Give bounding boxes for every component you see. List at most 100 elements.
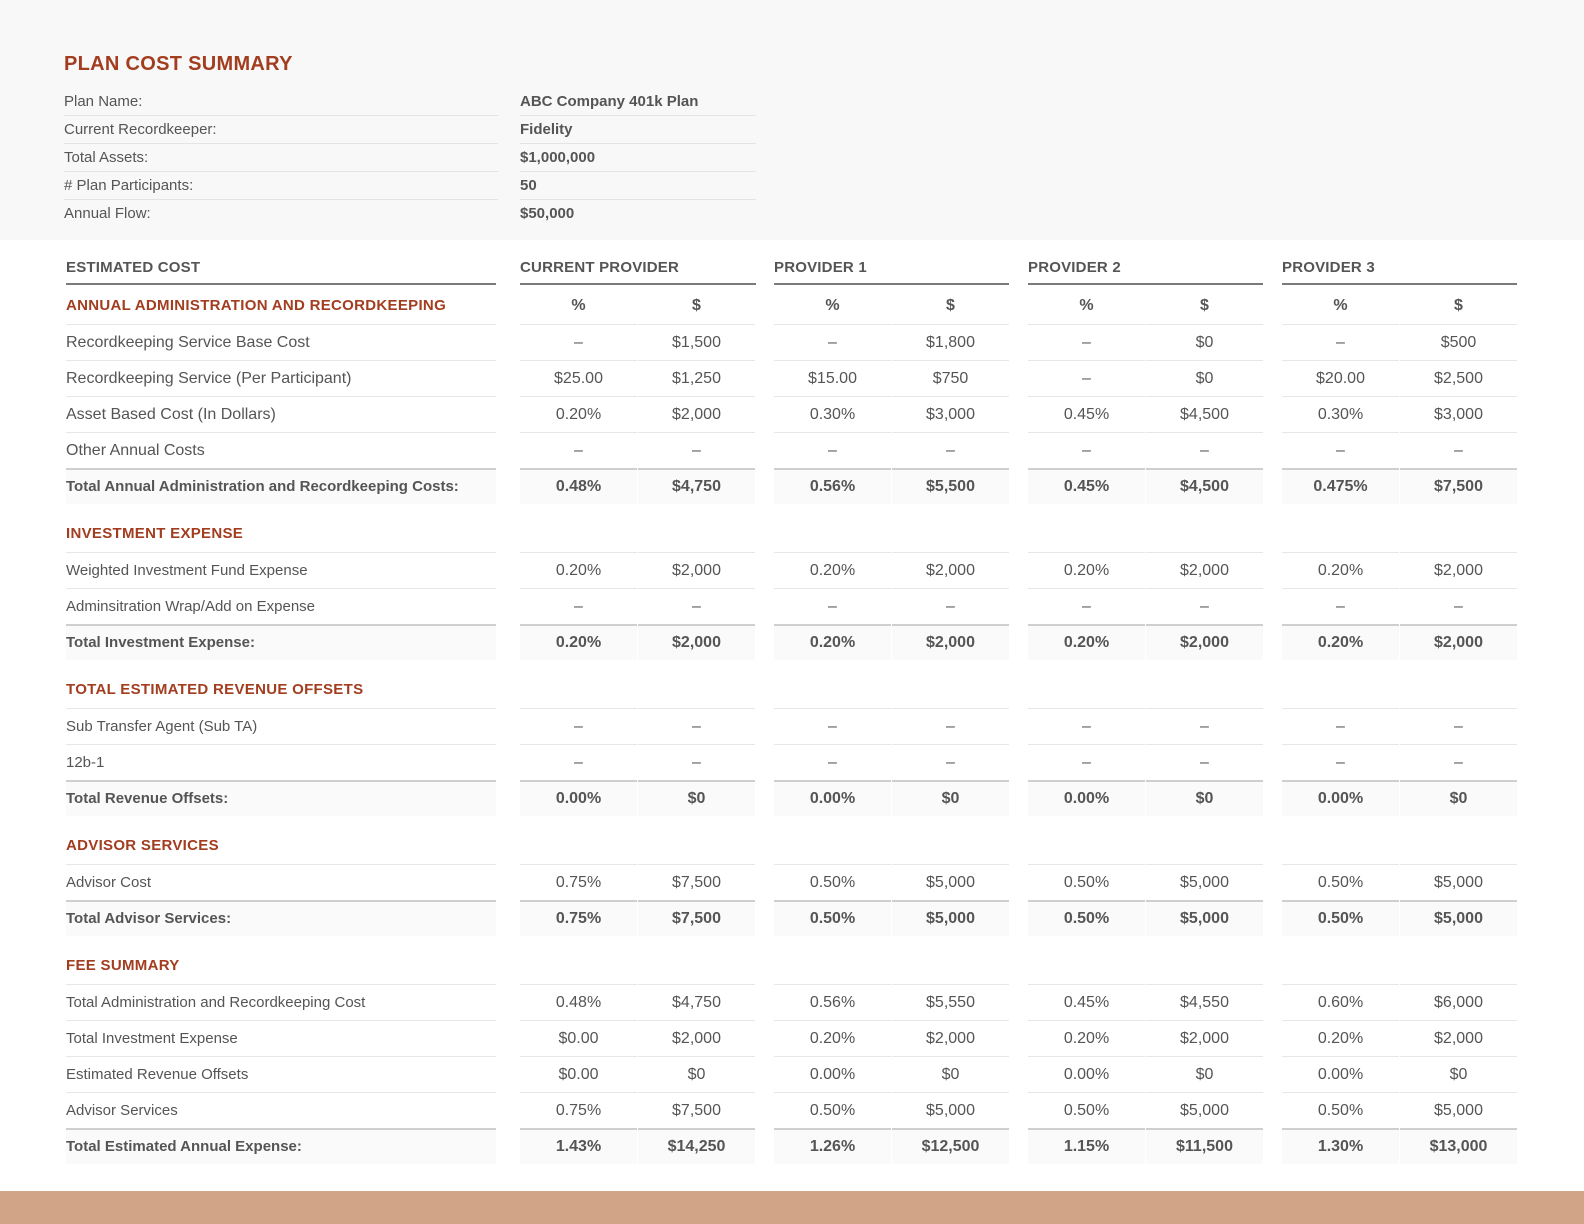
row-label: Total Investment Expense bbox=[66, 1020, 496, 1056]
total-p1-pct: 0.00% bbox=[774, 780, 891, 816]
cell-p3-pct: 0.60% bbox=[1282, 984, 1399, 1020]
cell-p2-pct: 0.50% bbox=[1028, 864, 1145, 900]
cell-p1-usd: $2,000 bbox=[892, 1020, 1009, 1056]
row-label: 12b-1 bbox=[66, 744, 496, 780]
cell-p1-usd: – bbox=[892, 744, 1009, 780]
total-current-pct: 0.75% bbox=[520, 900, 637, 936]
total-current-pct: 1.43% bbox=[520, 1128, 637, 1164]
row-label: Recordkeeping Service Base Cost bbox=[66, 324, 496, 360]
cell-p3-pct: – bbox=[1282, 708, 1399, 744]
total-p1-usd: $12,500 bbox=[892, 1128, 1009, 1164]
cell-p3-pct: 0.00% bbox=[1282, 1056, 1399, 1092]
footer-band bbox=[0, 1191, 1584, 1224]
total-row-label: Total Revenue Offsets: bbox=[66, 780, 496, 816]
section-title: FEE SUMMARY bbox=[66, 957, 180, 974]
plan-info-label: # Plan Participants: bbox=[64, 172, 498, 200]
total-p2-usd: $11,500 bbox=[1146, 1128, 1263, 1164]
cell-current-usd: $2,000 bbox=[638, 1020, 755, 1056]
pct-subheader-p3: % bbox=[1333, 297, 1348, 314]
total-p1-usd: $5,000 bbox=[892, 900, 1009, 936]
cell-p3-usd: $500 bbox=[1400, 324, 1517, 360]
total-p3-pct: 0.00% bbox=[1282, 780, 1399, 816]
cell-p2-pct: – bbox=[1028, 744, 1145, 780]
cell-p1-pct: – bbox=[774, 324, 891, 360]
cell-p2-usd: $0 bbox=[1146, 360, 1263, 396]
cell-current-usd: – bbox=[638, 744, 755, 780]
cell-p1-pct: – bbox=[774, 744, 891, 780]
cell-p2-usd: $2,000 bbox=[1146, 552, 1263, 588]
cell-p2-pct: – bbox=[1028, 432, 1145, 468]
total-p3-usd: $2,000 bbox=[1400, 624, 1517, 660]
total-p2-pct: 0.20% bbox=[1028, 624, 1145, 660]
row-label: Other Annual Costs bbox=[66, 432, 496, 468]
total-current-pct: 0.48% bbox=[520, 468, 637, 504]
cell-p1-pct: 0.20% bbox=[774, 552, 891, 588]
cell-current-usd: $1,500 bbox=[638, 324, 755, 360]
cell-current-pct: – bbox=[520, 744, 637, 780]
usd-subheader-current: $ bbox=[692, 297, 701, 314]
cell-current-usd: $4,750 bbox=[638, 984, 755, 1020]
column-header-estimated-cost: ESTIMATED COST bbox=[66, 259, 496, 285]
cell-p2-pct: – bbox=[1028, 708, 1145, 744]
total-p2-pct: 0.50% bbox=[1028, 900, 1145, 936]
plan-info-label: Plan Name: bbox=[64, 88, 498, 116]
cell-current-usd: – bbox=[638, 432, 755, 468]
total-p3-usd: $0 bbox=[1400, 780, 1517, 816]
total-p3-pct: 0.475% bbox=[1282, 468, 1399, 504]
cell-current-pct: $25.00 bbox=[520, 360, 637, 396]
cell-current-pct: 0.20% bbox=[520, 552, 637, 588]
pct-subheader-p2: % bbox=[1079, 297, 1094, 314]
plan-info-label: Current Recordkeeper: bbox=[64, 116, 498, 144]
pct-subheader-p1: % bbox=[825, 297, 840, 314]
cell-p2-usd: – bbox=[1146, 432, 1263, 468]
plan-info-value: $50,000 bbox=[520, 205, 575, 222]
row-label: Advisor Services bbox=[66, 1092, 496, 1128]
cell-p3-usd: – bbox=[1400, 432, 1517, 468]
row-label: Adminsitration Wrap/Add on Expense bbox=[66, 588, 496, 624]
total-p2-usd: $0 bbox=[1146, 780, 1263, 816]
cell-current-usd: $2,000 bbox=[638, 396, 755, 432]
cell-p1-usd: – bbox=[892, 708, 1009, 744]
usd-subheader-p1: $ bbox=[946, 297, 955, 314]
cell-p3-usd: $0 bbox=[1400, 1056, 1517, 1092]
total-p1-usd: $2,000 bbox=[892, 624, 1009, 660]
cell-p2-pct: – bbox=[1028, 588, 1145, 624]
total-p2-usd: $5,000 bbox=[1146, 900, 1263, 936]
section-title: ADVISOR SERVICES bbox=[66, 837, 219, 854]
total-p3-pct: 0.50% bbox=[1282, 900, 1399, 936]
cell-p3-usd: – bbox=[1400, 708, 1517, 744]
cell-p2-usd: $5,000 bbox=[1146, 864, 1263, 900]
total-p2-pct: 0.00% bbox=[1028, 780, 1145, 816]
total-row-label: Total Estimated Annual Expense: bbox=[66, 1128, 496, 1164]
cell-p2-usd: – bbox=[1146, 708, 1263, 744]
cell-p1-pct: – bbox=[774, 708, 891, 744]
column-header-provider-1: PROVIDER 1 bbox=[774, 259, 1009, 285]
total-p1-usd: $5,500 bbox=[892, 468, 1009, 504]
column-header-provider-3: PROVIDER 3 bbox=[1282, 259, 1517, 285]
cell-current-usd: $7,500 bbox=[638, 1092, 755, 1128]
total-p1-pct: 0.20% bbox=[774, 624, 891, 660]
total-current-usd: $2,000 bbox=[638, 624, 755, 660]
row-label: Asset Based Cost (In Dollars) bbox=[66, 396, 496, 432]
cell-p2-usd: $2,000 bbox=[1146, 1020, 1263, 1056]
cell-p1-pct: 0.30% bbox=[774, 396, 891, 432]
section-title: TOTAL ESTIMATED REVENUE OFFSETS bbox=[66, 681, 364, 698]
cell-current-usd: $0 bbox=[638, 1056, 755, 1092]
cell-current-pct: – bbox=[520, 588, 637, 624]
cell-p2-pct: 0.45% bbox=[1028, 396, 1145, 432]
cell-p2-usd: $4,500 bbox=[1146, 396, 1263, 432]
row-label: Total Administration and Recordkeeping C… bbox=[66, 984, 496, 1020]
cell-p2-pct: 0.50% bbox=[1028, 1092, 1145, 1128]
total-p3-usd: $5,000 bbox=[1400, 900, 1517, 936]
cell-p3-usd: $6,000 bbox=[1400, 984, 1517, 1020]
cell-p3-usd: – bbox=[1400, 744, 1517, 780]
cell-p3-pct: – bbox=[1282, 324, 1399, 360]
cell-current-pct: 0.48% bbox=[520, 984, 637, 1020]
cell-p1-usd: $750 bbox=[892, 360, 1009, 396]
cell-current-usd: – bbox=[638, 708, 755, 744]
cell-p1-usd: $5,550 bbox=[892, 984, 1009, 1020]
section-title: INVESTMENT EXPENSE bbox=[66, 525, 244, 542]
cell-p2-usd: – bbox=[1146, 588, 1263, 624]
cell-p3-usd: $2,000 bbox=[1400, 1020, 1517, 1056]
total-current-usd: $0 bbox=[638, 780, 755, 816]
